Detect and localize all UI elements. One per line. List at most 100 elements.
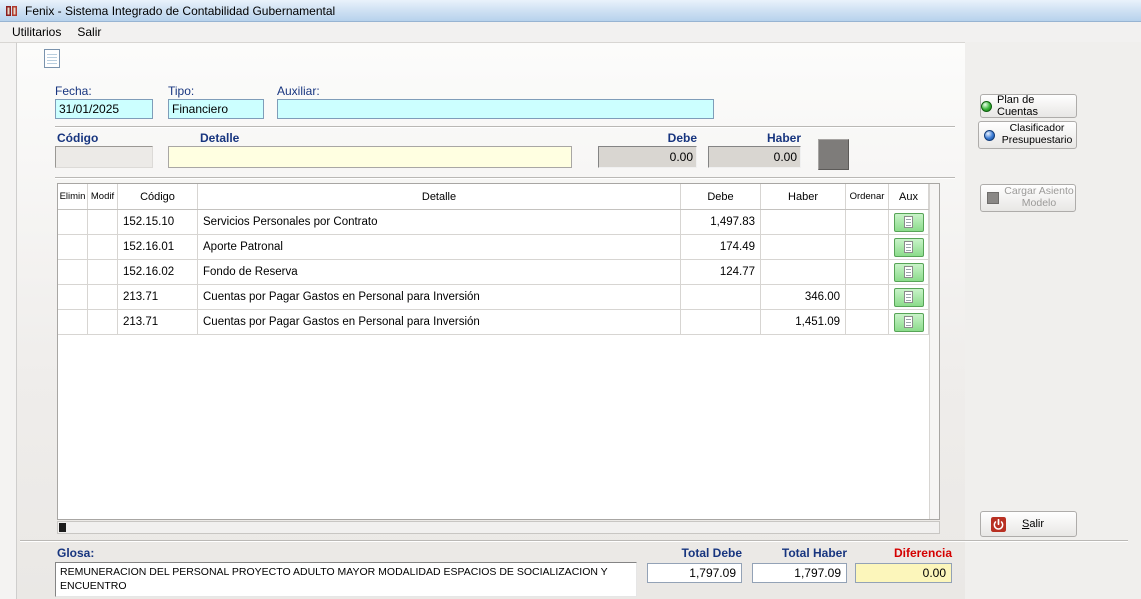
col-aux: Aux [889,184,929,209]
cell-aux [889,310,929,334]
table-row[interactable]: 152.16.01Aporte Patronal174.49 [58,235,939,260]
cell-ordenar [846,210,889,234]
detalle-input[interactable] [168,146,572,168]
document-icon [904,266,913,278]
salir-button[interactable]: Salir [980,511,1077,537]
diferencia-label: Diferencia [855,546,952,560]
col-codigo: Código [118,184,198,209]
table-row[interactable]: 213.71Cuentas por Pagar Gastos en Person… [58,285,939,310]
plan-de-cuentas-button[interactable]: Plan de Cuentas [980,94,1077,118]
clasificador-label: Clasificador Presupuestario [998,123,1076,146]
app-icon [5,4,19,18]
auxiliar-input[interactable] [277,99,714,119]
aux-button[interactable] [894,213,924,232]
cell-debe [681,285,761,309]
aux-button[interactable] [894,238,924,257]
debe-input[interactable] [598,146,697,168]
separator [55,177,955,179]
cell-detalle: Aporte Patronal [198,235,681,259]
total-debe-label: Total Debe [647,546,742,560]
entries-table: Elimin Modif Código Detalle Debe Haber O… [57,183,940,520]
scrollbar-thumb[interactable] [59,523,66,532]
menu-bar: Utilitarios Salir [0,22,1141,42]
fecha-label: Fecha: [55,84,92,98]
separator [55,126,955,128]
cell-elimin [58,235,88,259]
cell-modif [88,235,118,259]
entry-extra-button[interactable] [818,139,849,170]
table-row[interactable]: 213.71Cuentas por Pagar Gastos en Person… [58,310,939,335]
aux-button[interactable] [894,313,924,332]
cell-debe [681,310,761,334]
diferencia-value: 0.00 [855,563,952,583]
new-document-icon[interactable] [44,49,60,68]
tipo-input[interactable] [168,99,264,119]
cell-haber: 346.00 [761,285,846,309]
cell-codigo: 152.16.02 [118,260,198,284]
total-haber-label: Total Haber [752,546,847,560]
cell-debe: 1,497.83 [681,210,761,234]
fecha-input[interactable] [55,99,153,119]
col-elimin: Elimin [58,184,88,209]
glosa-label: Glosa: [57,546,94,560]
cell-aux [889,285,929,309]
debe-label: Debe [640,131,697,145]
cell-elimin [58,285,88,309]
col-modif: Modif [88,184,118,209]
salir-label: Salir [1022,518,1044,530]
cell-codigo: 152.15.10 [118,210,198,234]
glosa-input[interactable]: REMUNERACION DEL PERSONAL PROYECTO ADULT… [55,562,637,597]
horizontal-scrollbar[interactable] [57,521,940,534]
cell-haber [761,210,846,234]
cell-detalle: Cuentas por Pagar Gastos en Personal par… [198,310,681,334]
cell-elimin [58,210,88,234]
window-title: Fenix - Sistema Integrado de Contabilida… [25,4,335,18]
cell-ordenar [846,260,889,284]
menu-salir[interactable]: Salir [69,23,109,41]
menu-utilitarios[interactable]: Utilitarios [4,23,69,41]
detalle-label: Detalle [200,131,239,145]
cell-codigo: 213.71 [118,310,198,334]
table-row[interactable]: 152.16.02Fondo de Reserva124.77 [58,260,939,285]
col-debe: Debe [681,184,761,209]
vertical-scrollbar[interactable] [929,184,939,519]
document-icon [904,291,913,303]
cell-modif [88,210,118,234]
document-icon [904,241,913,253]
cell-codigo: 213.71 [118,285,198,309]
plan-de-cuentas-label: Plan de Cuentas [997,94,1076,118]
cell-detalle: Servicios Personales por Contrato [198,210,681,234]
cell-codigo: 152.16.01 [118,235,198,259]
total-debe-value: 1,797.09 [647,563,742,583]
document-icon [904,216,913,228]
cell-modif [88,310,118,334]
cell-haber [761,235,846,259]
table-row[interactable]: 152.15.10Servicios Personales por Contra… [58,210,939,235]
separator [20,540,1128,542]
cell-debe: 174.49 [681,235,761,259]
cell-ordenar [846,285,889,309]
cargar-asiento-modelo-button[interactable]: Cargar Asiento Modelo [980,184,1076,212]
haber-input[interactable] [708,146,801,168]
cell-elimin [58,310,88,334]
cell-aux [889,235,929,259]
cell-detalle: Cuentas por Pagar Gastos en Personal par… [198,285,681,309]
clasificador-presupuestario-button[interactable]: Clasificador Presupuestario [978,121,1077,149]
cell-elimin [58,260,88,284]
cell-detalle: Fondo de Reserva [198,260,681,284]
col-haber: Haber [761,184,846,209]
left-panel [0,42,17,599]
table-header: Elimin Modif Código Detalle Debe Haber O… [58,184,939,210]
cell-ordenar [846,310,889,334]
cell-aux [889,210,929,234]
aux-button[interactable] [894,263,924,282]
haber-label: Haber [744,131,801,145]
cell-haber: 1,451.09 [761,310,846,334]
green-sphere-icon [981,101,992,112]
cell-ordenar [846,235,889,259]
document-icon [904,316,913,328]
codigo-input[interactable] [55,146,153,168]
table-body: 152.15.10Servicios Personales por Contra… [58,210,939,335]
cargar-asiento-label: Cargar Asiento Modelo [1003,186,1075,209]
aux-button[interactable] [894,288,924,307]
